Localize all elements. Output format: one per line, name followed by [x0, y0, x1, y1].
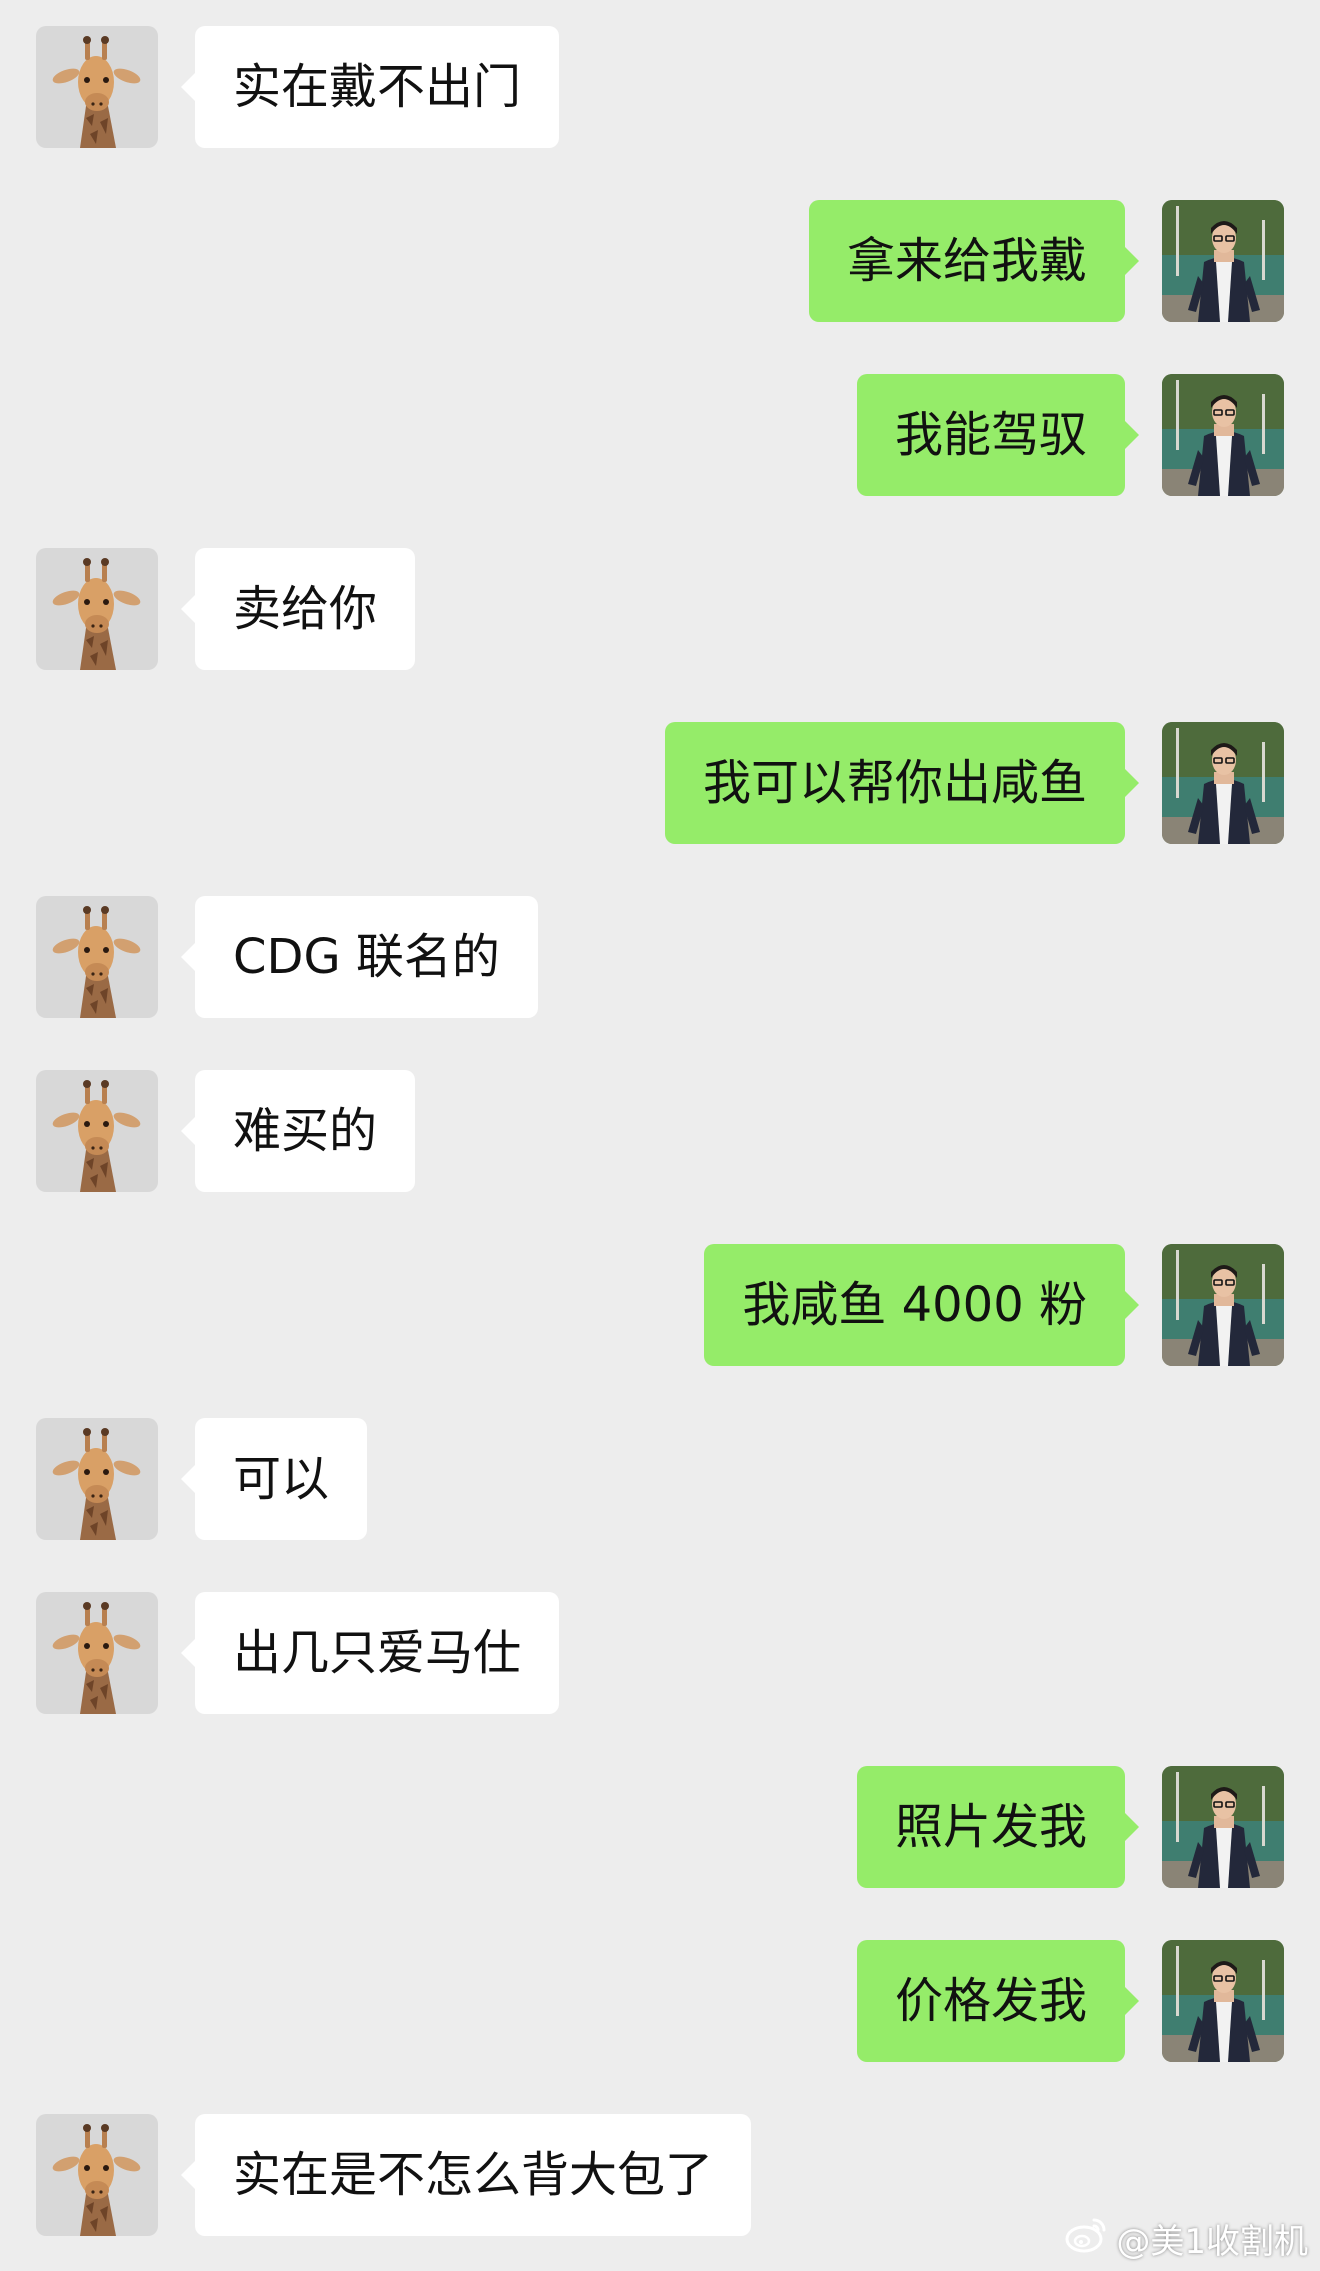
weibo-logo-icon [1064, 2214, 1110, 2263]
man-in-suit-avatar-icon[interactable] [1162, 374, 1284, 496]
message-incoming: 可以 [0, 1418, 1320, 1540]
giraffe-avatar-icon[interactable] [36, 1070, 158, 1192]
giraffe-avatar-icon[interactable] [36, 896, 158, 1018]
giraffe-avatar-icon[interactable] [36, 548, 158, 670]
message-outgoing: 照片发我 [0, 1766, 1320, 1888]
message-bubble[interactable]: 我咸鱼 4000 粉 [704, 1244, 1139, 1366]
message-bubble[interactable]: 卖给你 [180, 548, 416, 670]
message-incoming: 卖给你 [0, 548, 1320, 670]
giraffe-avatar-icon[interactable] [36, 1418, 158, 1540]
message-outgoing: 我能驾驭 [0, 374, 1320, 496]
message-bubble[interactable]: CDG 联名的 [181, 896, 538, 1018]
message-incoming: CDG 联名的 [0, 896, 1320, 1018]
message-bubble[interactable]: 实在戴不出门 [180, 26, 560, 148]
message-outgoing: 价格发我 [0, 1940, 1320, 2062]
giraffe-avatar-icon[interactable] [36, 26, 158, 148]
message-outgoing: 我可以帮你出咸鱼 [0, 722, 1320, 844]
message-bubble[interactable]: 我能驾驭 [856, 374, 1140, 496]
chat-history[interactable]: 实在戴不出门 拿来给我戴 我能驾驭 卖给你 我可以帮你出咸鱼 CDG 联名的 难… [0, 0, 1320, 2271]
message-bubble[interactable]: 难买的 [180, 1070, 416, 1192]
giraffe-avatar-icon[interactable] [36, 1592, 158, 1714]
watermark: @美1收割机 [1064, 2213, 1308, 2263]
message-bubble[interactable]: 可以 [180, 1418, 368, 1540]
message-bubble[interactable]: 实在是不怎么背大包了 [180, 2114, 752, 2236]
message-incoming: 难买的 [0, 1070, 1320, 1192]
message-bubble[interactable]: 出几只爱马仕 [180, 1592, 560, 1714]
message-bubble[interactable]: 照片发我 [856, 1766, 1140, 1888]
man-in-suit-avatar-icon[interactable] [1162, 1244, 1284, 1366]
giraffe-avatar-icon[interactable] [36, 2114, 158, 2236]
message-outgoing: 拿来给我戴 [0, 200, 1320, 322]
man-in-suit-avatar-icon[interactable] [1162, 1766, 1284, 1888]
man-in-suit-avatar-icon[interactable] [1162, 1940, 1284, 2062]
message-incoming: 出几只爱马仕 [0, 1592, 1320, 1714]
message-outgoing: 我咸鱼 4000 粉 [0, 1244, 1320, 1366]
message-bubble[interactable]: 拿来给我戴 [808, 200, 1140, 322]
message-bubble[interactable]: 我可以帮你出咸鱼 [664, 722, 1140, 844]
message-bubble[interactable]: 价格发我 [856, 1940, 1140, 2062]
man-in-suit-avatar-icon[interactable] [1162, 200, 1284, 322]
watermark-text: @美1收割机 [1116, 2221, 1308, 2262]
message-incoming: 实在戴不出门 [0, 26, 1320, 148]
man-in-suit-avatar-icon[interactable] [1162, 722, 1284, 844]
